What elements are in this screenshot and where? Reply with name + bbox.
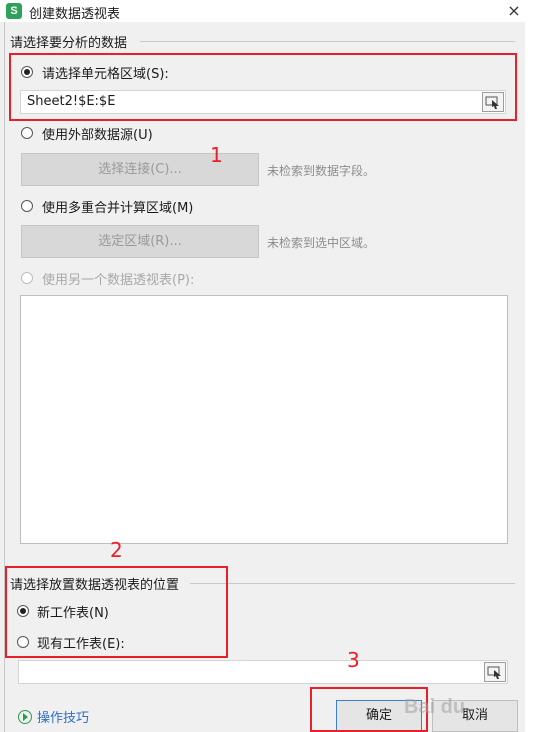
pivot-table-list[interactable]	[20, 295, 508, 544]
highlight-box-2	[5, 566, 228, 658]
location-picker-button[interactable]	[484, 662, 506, 682]
annotation-number-3: 3	[347, 648, 360, 672]
select-connection-button[interactable]: 选择连接(C)...	[21, 153, 259, 186]
watermark: Bai du	[404, 696, 466, 718]
option-label-multiple-consolidation: 使用多重合并计算区域(M)	[42, 201, 194, 216]
section-divider	[190, 583, 515, 584]
radio-another-pivot[interactable]	[21, 272, 33, 284]
radio-multiple-consolidation[interactable]	[21, 200, 33, 212]
window-title: 创建数据透视表	[29, 7, 121, 22]
location-input[interactable]	[18, 660, 508, 684]
wps-spreadsheet-icon: S	[6, 3, 22, 19]
range-hint: 未检索到选中区域。	[267, 236, 376, 250]
option-label-another-pivot: 使用另一个数据透视表(P):	[42, 273, 195, 288]
highlight-box-1	[9, 53, 517, 121]
close-button[interactable]: ×	[494, 0, 534, 22]
annotation-number-2: 2	[110, 538, 123, 562]
connection-hint: 未检索到数据字段。	[267, 164, 376, 178]
radio-external-source[interactable]	[21, 127, 33, 139]
source-section-heading: 请选择要分析的数据	[10, 36, 128, 51]
section-divider	[140, 41, 515, 42]
select-range-button[interactable]: 选定区域(R)...	[21, 225, 259, 258]
background-strip	[525, 22, 534, 732]
option-label-external-source: 使用外部数据源(U)	[42, 128, 153, 143]
tips-link[interactable]: 操作技巧	[37, 707, 89, 726]
range-select-icon	[487, 666, 501, 679]
play-tips-icon[interactable]	[18, 710, 32, 724]
annotation-number-1: 1	[210, 143, 223, 167]
